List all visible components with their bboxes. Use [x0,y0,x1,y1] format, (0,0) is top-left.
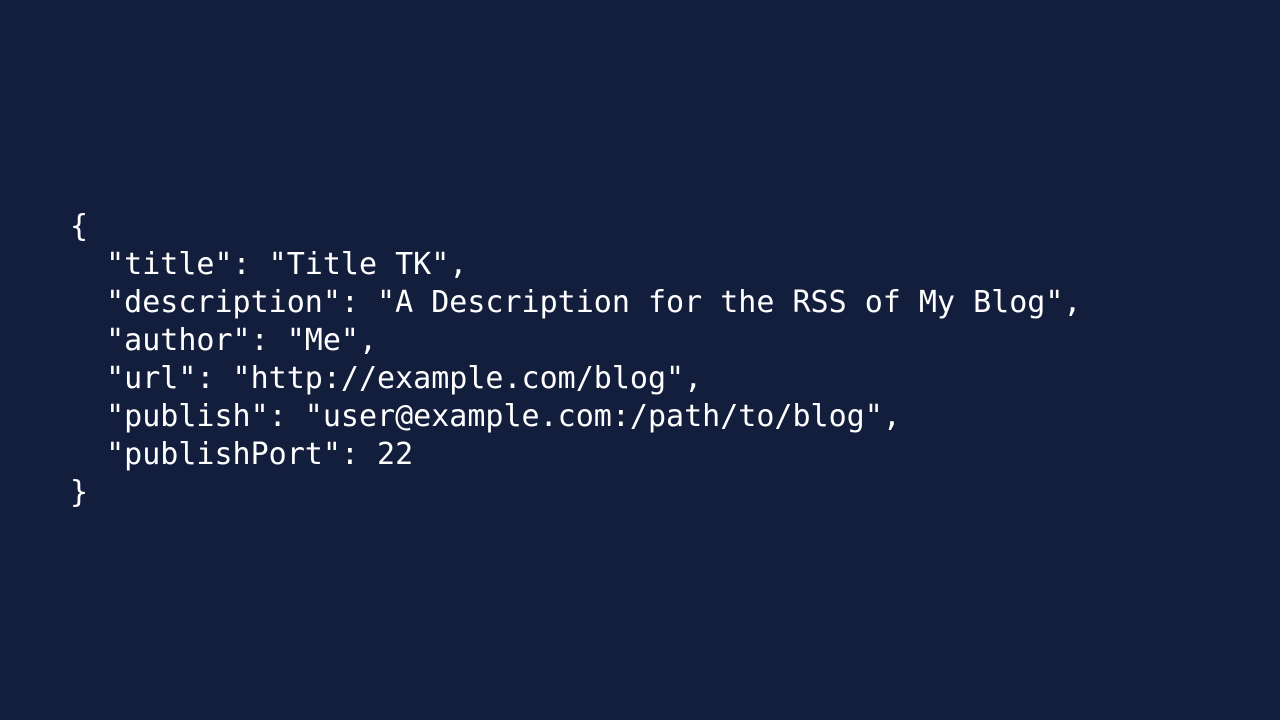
code-line-open-brace: { [70,209,89,244]
code-line-url: "url": "http://example.com/blog", [70,361,703,396]
code-line-description: "description": "A Description for the RS… [70,285,1082,320]
code-line-title: "title": "Title TK", [70,247,468,282]
code-block: { "title": "Title TK", "description": "A… [70,208,1081,512]
code-line-close-brace: } [70,475,89,510]
code-line-publish-port: "publishPort": 22 [70,437,414,472]
code-line-author: "author": "Me", [70,323,378,358]
code-line-publish: "publish": "user@example.com:/path/to/bl… [70,399,901,434]
